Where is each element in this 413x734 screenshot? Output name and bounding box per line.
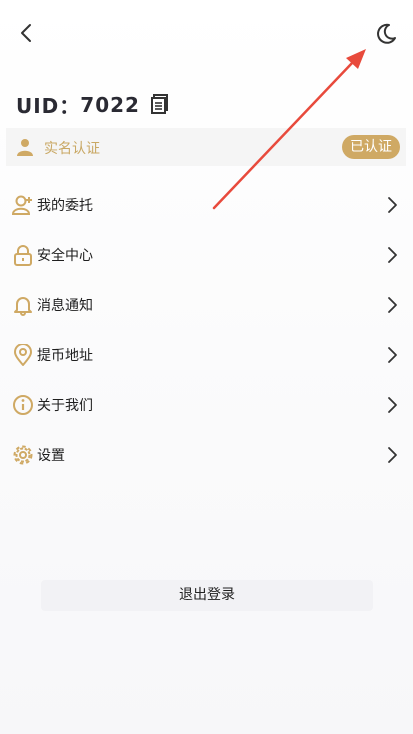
bell-icon (14, 297, 32, 316)
chevron-right-icon (388, 397, 397, 413)
chevron-left-icon (21, 24, 31, 42)
verification-status-badge: 已认证 (342, 135, 400, 159)
user-icon (17, 139, 33, 156)
menu-item-about-us[interactable]: 关于我们 (0, 381, 413, 431)
lock-icon (14, 245, 32, 266)
menu-item-security-center[interactable]: 安全中心 (0, 231, 413, 281)
uid-label: UID： (16, 94, 81, 118)
menu-item-label: 我的委托 (37, 198, 93, 214)
menu-item-label: 关于我们 (37, 398, 93, 414)
uid-display: UID： 7022 (16, 90, 140, 119)
copy-uid-button[interactable] (151, 94, 169, 114)
chevron-right-icon (388, 297, 397, 313)
info-icon (13, 395, 33, 415)
location-pin-icon (14, 344, 32, 366)
copy-icon (151, 94, 168, 114)
menu-item-label: 消息通知 (37, 298, 93, 314)
menu-item-withdrawal-address[interactable]: 提币地址 (0, 331, 413, 381)
moon-icon (377, 23, 396, 44)
menu-item-label: 提币地址 (37, 348, 93, 364)
menu-item-label: 设置 (37, 448, 65, 464)
chevron-right-icon (388, 447, 397, 463)
menu-item-label: 安全中心 (37, 248, 93, 264)
gear-icon (13, 445, 33, 465)
theme-toggle-button[interactable] (372, 20, 400, 48)
menu-item-settings[interactable]: 设置 (0, 431, 413, 481)
chevron-right-icon (388, 247, 397, 263)
real-name-verification-bar[interactable]: 实名认证 已认证 (6, 128, 406, 166)
uid-value: 7022 (80, 92, 140, 117)
logout-button[interactable]: 退出登录 (41, 580, 373, 611)
back-button[interactable] (14, 20, 40, 46)
menu-item-notifications[interactable]: 消息通知 (0, 281, 413, 331)
menu-item-my-orders[interactable]: 我的委托 (0, 181, 413, 231)
chevron-right-icon (388, 197, 397, 213)
chevron-right-icon (388, 347, 397, 363)
verification-label: 实名认证 (44, 141, 100, 157)
user-plus-icon (12, 195, 32, 215)
